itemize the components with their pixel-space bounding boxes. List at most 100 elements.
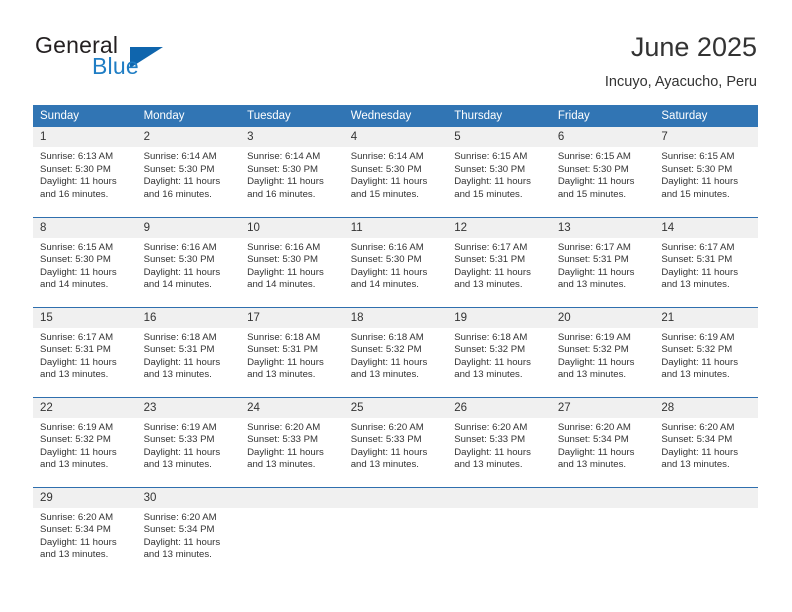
day-details: Sunrise: 6:20 AM Sunset: 5:34 PM Dayligh… <box>137 508 241 562</box>
day-cell[interactable]: 9 Sunrise: 6:16 AM Sunset: 5:30 PM Dayli… <box>136 216 241 307</box>
day-cell[interactable]: 5 Sunrise: 6:15 AM Sunset: 5:30 PM Dayli… <box>447 127 551 217</box>
sunrise-text: Sunrise: 6:18 AM <box>350 331 424 343</box>
day-number: 1 <box>33 127 137 147</box>
daylight-text-line2: and 13 minutes. <box>40 549 109 561</box>
daylight-text-line1: Daylight: 11 hours <box>143 446 221 458</box>
day-cell-empty <box>550 486 655 577</box>
day-cell[interactable]: 3 Sunrise: 6:14 AM Sunset: 5:30 PM Dayli… <box>240 127 344 217</box>
day-details: Sunrise: 6:16 AM Sunset: 5:30 PM Dayligh… <box>344 238 448 292</box>
day-number: 29 <box>33 487 137 508</box>
day-cell[interactable]: 20 Sunrise: 6:19 AM Sunset: 5:32 PM Dayl… <box>550 306 655 397</box>
day-cell[interactable]: 10 Sunrise: 6:16 AM Sunset: 5:30 PM Dayl… <box>240 216 344 307</box>
daylight-text-line2: and 13 minutes. <box>247 369 316 381</box>
day-cell[interactable]: 21 Sunrise: 6:19 AM Sunset: 5:32 PM Dayl… <box>654 306 758 397</box>
day-cell[interactable]: 4 Sunrise: 6:14 AM Sunset: 5:30 PM Dayli… <box>343 127 448 217</box>
sunset-text: Sunset: 5:32 PM <box>454 344 526 356</box>
calendar-body: 1 Sunrise: 6:13 AM Sunset: 5:30 PM Dayli… <box>33 127 758 577</box>
weekday-header-saturday: Saturday <box>654 105 758 127</box>
day-cell[interactable]: 7 Sunrise: 6:15 AM Sunset: 5:30 PM Dayli… <box>654 127 758 217</box>
day-cell[interactable]: 2 Sunrise: 6:14 AM Sunset: 5:30 PM Dayli… <box>136 127 241 217</box>
day-cell[interactable]: 16 Sunrise: 6:18 AM Sunset: 5:31 PM Dayl… <box>136 306 241 397</box>
day-cell[interactable]: 28 Sunrise: 6:20 AM Sunset: 5:34 PM Dayl… <box>654 396 758 487</box>
sunrise-text: Sunrise: 6:15 AM <box>454 151 528 162</box>
day-details: Sunrise: 6:14 AM Sunset: 5:30 PM Dayligh… <box>344 147 448 201</box>
daylight-text-line2: and 16 minutes. <box>40 188 109 200</box>
sunset-text: Sunset: 5:32 PM <box>661 344 733 356</box>
day-number: 15 <box>33 307 137 328</box>
daylight-text-line2: and 13 minutes. <box>557 279 627 291</box>
day-cell[interactable]: 8 Sunrise: 6:15 AM Sunset: 5:30 PM Dayli… <box>33 216 137 307</box>
sunset-text: Sunset: 5:30 PM <box>247 163 319 175</box>
daylight-text-line1: Daylight: 11 hours <box>143 536 221 548</box>
sunrise-text: Sunrise: 6:20 AM <box>143 511 217 523</box>
sunset-text: Sunset: 5:33 PM <box>247 434 319 446</box>
daylight-text-line1: Daylight: 11 hours <box>143 176 221 188</box>
day-number: 23 <box>136 397 241 418</box>
day-cell[interactable]: 27 Sunrise: 6:20 AM Sunset: 5:34 PM Dayl… <box>550 396 655 487</box>
sunset-text: Sunset: 5:30 PM <box>143 254 215 266</box>
daylight-text-line1: Daylight: 11 hours <box>454 176 531 188</box>
sunset-text: Sunset: 5:33 PM <box>454 434 526 446</box>
daylight-text-line1: Daylight: 11 hours <box>350 266 428 278</box>
sunrise-text: Sunrise: 6:17 AM <box>40 331 114 343</box>
day-cell[interactable]: 1 Sunrise: 6:13 AM Sunset: 5:30 PM Dayli… <box>33 127 137 217</box>
page-header: General Blue June 2025 Incuyo, Ayacucho,… <box>35 30 757 96</box>
daylight-text-line2: and 16 minutes. <box>143 188 212 200</box>
daylight-text-line1: Daylight: 11 hours <box>247 356 324 368</box>
sunset-text: Sunset: 5:30 PM <box>557 163 629 175</box>
sunrise-text: Sunrise: 6:17 AM <box>661 241 735 253</box>
sunrise-text: Sunrise: 6:16 AM <box>143 241 217 253</box>
day-cell[interactable]: 6 Sunrise: 6:15 AM Sunset: 5:30 PM Dayli… <box>550 127 655 217</box>
day-number: 7 <box>654 127 758 147</box>
day-details: Sunrise: 6:18 AM Sunset: 5:31 PM Dayligh… <box>137 328 241 382</box>
sunset-text: Sunset: 5:31 PM <box>247 344 319 356</box>
daylight-text-line2: and 14 minutes. <box>40 279 109 291</box>
daylight-text-line2: and 13 minutes. <box>247 459 316 471</box>
calendar-week-row: 1 Sunrise: 6:13 AM Sunset: 5:30 PM Dayli… <box>33 127 758 217</box>
daylight-text-line1: Daylight: 11 hours <box>454 356 531 368</box>
sunset-text: Sunset: 5:30 PM <box>143 163 215 175</box>
day-number: 30 <box>136 487 241 508</box>
daylight-text-line1: Daylight: 11 hours <box>454 446 531 458</box>
weekday-header-thursday: Thursday <box>447 105 551 127</box>
daylight-text-line2: and 13 minutes. <box>350 459 419 471</box>
day-number: 14 <box>654 217 758 238</box>
day-number: 10 <box>240 217 344 238</box>
day-cell[interactable]: 12 Sunrise: 6:17 AM Sunset: 5:31 PM Dayl… <box>447 216 551 307</box>
sunset-text: Sunset: 5:30 PM <box>40 254 111 266</box>
sunset-text: Sunset: 5:34 PM <box>143 524 215 536</box>
daylight-text-line1: Daylight: 11 hours <box>661 266 738 278</box>
day-details: Sunrise: 6:20 AM Sunset: 5:34 PM Dayligh… <box>551 418 655 472</box>
day-cell[interactable]: 14 Sunrise: 6:17 AM Sunset: 5:31 PM Dayl… <box>654 216 758 307</box>
day-cell[interactable]: 26 Sunrise: 6:20 AM Sunset: 5:33 PM Dayl… <box>447 396 551 487</box>
day-cell[interactable]: 18 Sunrise: 6:18 AM Sunset: 5:32 PM Dayl… <box>343 306 448 397</box>
day-details: Sunrise: 6:14 AM Sunset: 5:30 PM Dayligh… <box>240 147 344 201</box>
day-cell[interactable]: 19 Sunrise: 6:18 AM Sunset: 5:32 PM Dayl… <box>447 306 551 397</box>
day-cell[interactable]: 15 Sunrise: 6:17 AM Sunset: 5:31 PM Dayl… <box>33 306 137 397</box>
sunset-text: Sunset: 5:33 PM <box>350 434 422 446</box>
sunrise-text: Sunrise: 6:19 AM <box>143 421 217 433</box>
day-number: 12 <box>447 217 551 238</box>
sunrise-text: Sunrise: 6:20 AM <box>454 421 528 433</box>
day-cell[interactable]: 23 Sunrise: 6:19 AM Sunset: 5:33 PM Dayl… <box>136 396 241 487</box>
day-cell[interactable]: 11 Sunrise: 6:16 AM Sunset: 5:30 PM Dayl… <box>343 216 448 307</box>
day-cell[interactable]: 29 Sunrise: 6:20 AM Sunset: 5:34 PM Dayl… <box>33 486 137 577</box>
general-blue-logo[interactable]: General Blue <box>35 32 235 94</box>
day-cell[interactable]: 24 Sunrise: 6:20 AM Sunset: 5:33 PM Dayl… <box>240 396 344 487</box>
day-number: 21 <box>654 307 758 328</box>
day-cell[interactable]: 17 Sunrise: 6:18 AM Sunset: 5:31 PM Dayl… <box>240 306 344 397</box>
day-cell[interactable]: 13 Sunrise: 6:17 AM Sunset: 5:31 PM Dayl… <box>550 216 655 307</box>
day-number <box>654 487 758 508</box>
day-details: Sunrise: 6:18 AM Sunset: 5:32 PM Dayligh… <box>344 328 448 382</box>
day-cell[interactable]: 25 Sunrise: 6:20 AM Sunset: 5:33 PM Dayl… <box>343 396 448 487</box>
daylight-text-line2: and 13 minutes. <box>454 369 523 381</box>
daylight-text-line1: Daylight: 11 hours <box>40 176 117 188</box>
daylight-text-line2: and 13 minutes. <box>454 459 523 471</box>
day-number: 19 <box>447 307 551 328</box>
day-cell[interactable]: 30 Sunrise: 6:20 AM Sunset: 5:34 PM Dayl… <box>136 486 241 577</box>
daylight-text-line1: Daylight: 11 hours <box>557 266 635 278</box>
daylight-text-line2: and 13 minutes. <box>661 459 730 471</box>
day-cell[interactable]: 22 Sunrise: 6:19 AM Sunset: 5:32 PM Dayl… <box>33 396 137 487</box>
daylight-text-line2: and 13 minutes. <box>143 369 212 381</box>
day-number: 28 <box>654 397 758 418</box>
